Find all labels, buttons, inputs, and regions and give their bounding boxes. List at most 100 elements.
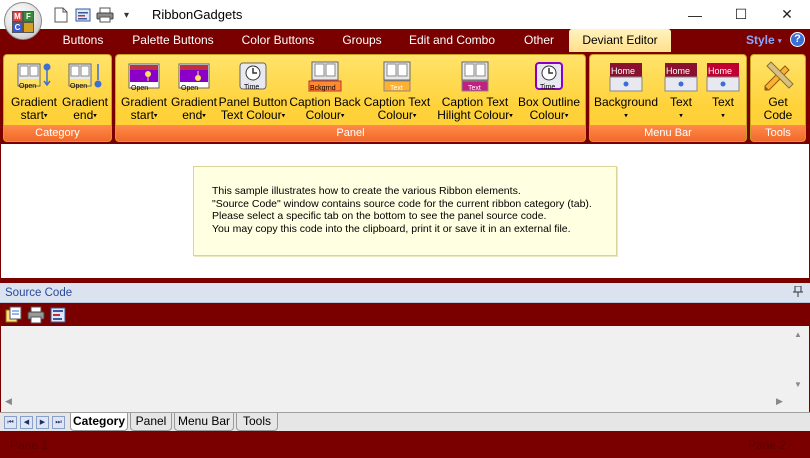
properties-icon[interactable]	[74, 6, 92, 24]
button-label-line2: Colour	[305, 108, 341, 122]
dropdown-arrow: ▾	[679, 112, 683, 120]
caption-back-colour-button[interactable]: Bckgrnd Caption Back Colour▾	[288, 57, 362, 122]
button-label-line2: Colour	[529, 108, 565, 122]
dropdown-arrow: ▾	[412, 112, 417, 120]
box-outline-colour-button[interactable]: Time Box Outline Colour▾	[516, 57, 582, 122]
pencil-ruler-icon	[761, 60, 795, 94]
quick-access-toolbar: ▾	[52, 5, 129, 25]
icon-label: Time	[540, 84, 556, 91]
dropdown-arrow: ▾	[153, 112, 158, 120]
time-panel-icon: Time	[236, 60, 270, 94]
menubar-text-button[interactable]: Home Text ▾	[660, 57, 702, 122]
print-icon[interactable]	[96, 6, 114, 24]
scroll-left-arrow[interactable]: ◀	[5, 396, 12, 407]
bottom-tab-category[interactable]: Category	[70, 413, 128, 431]
category-gradient-end-button[interactable]: Open Gradient end▾	[60, 57, 110, 122]
qat-customize-dropdown[interactable]: ▾	[124, 10, 129, 21]
panel-button-text-colour-button[interactable]: Time Panel Button Text Colour▾	[218, 57, 288, 122]
button-label-line1: Background	[593, 95, 659, 109]
pin-icon[interactable]	[793, 285, 803, 300]
tab-edit-and-combo[interactable]: Edit and Combo	[400, 29, 504, 52]
dropdown-arrow: ▾	[202, 112, 206, 120]
close-button[interactable]: ✕	[764, 0, 810, 29]
window-title: RibbonGadgets	[152, 7, 243, 22]
dropdown-arrow: ▾	[624, 112, 628, 120]
tab-color-buttons[interactable]: Color Buttons	[232, 29, 324, 52]
style-label: Style	[746, 33, 775, 47]
ribbon-body: Open Gradient start▾ Open Gradient end▾ …	[0, 52, 810, 144]
maximize-button[interactable]: ☐	[718, 0, 764, 29]
menubar-background-button[interactable]: Home Background ▾	[592, 57, 660, 122]
orb-green-square: F	[23, 11, 34, 22]
scroll-right-arrow[interactable]: ▶	[776, 396, 783, 407]
panel-gradient-end-button[interactable]: Open Gradient end▾	[169, 57, 219, 122]
orb-blue-square: C	[12, 22, 23, 33]
application-button[interactable]: M F C	[4, 2, 42, 40]
title-bar: M F C ▾ RibbonGadgets — ☐ ✕	[0, 0, 810, 40]
icon-label: Open	[131, 85, 149, 92]
button-label-line1: Text	[711, 95, 734, 109]
dropdown-arrow: ▾	[509, 112, 513, 120]
source-code-toolbar	[0, 303, 810, 326]
home-text-icon: Home	[664, 60, 698, 94]
bottom-tab-panel[interactable]: Panel	[130, 413, 172, 431]
info-line: Please select a specific tab on the bott…	[212, 210, 547, 222]
panel-caption-panel: Panel	[116, 125, 585, 141]
caption-text-icon: Text	[380, 60, 414, 94]
panel-gradient-end-icon: Open	[177, 60, 211, 94]
save-icon[interactable]	[49, 306, 67, 324]
category-gradient-start-button[interactable]: Open Gradient start▾	[8, 57, 60, 122]
home-background-icon: Home	[609, 60, 643, 94]
orb-yellow-square	[23, 22, 34, 33]
tab-deviant-editor[interactable]: Deviant Editor	[569, 29, 671, 52]
panel-gradient-start-button[interactable]: Open Gradient start▾	[119, 57, 169, 122]
next-tab-button[interactable]: ▶	[36, 416, 49, 429]
panel-caption-category: Category	[4, 125, 111, 141]
caption-text-hilight-colour-button[interactable]: Text Caption Text Hilight Colour▾	[432, 57, 518, 122]
horizontal-scrollbar[interactable]: ◀ ▶	[2, 394, 790, 410]
bottom-tab-menu-bar[interactable]: Menu Bar	[174, 413, 234, 431]
gradient-start-icon: Open	[17, 60, 51, 94]
prev-tab-button[interactable]: ◀	[20, 416, 33, 429]
new-document-icon[interactable]	[52, 6, 70, 24]
scroll-down-arrow[interactable]: ▼	[794, 380, 802, 389]
vertical-scrollbar[interactable]: ▲ ▼	[790, 328, 808, 394]
panel-gradient-start-icon: Open	[127, 60, 161, 94]
help-icon[interactable]: ?	[790, 32, 805, 47]
caption-text-colour-button[interactable]: Text Caption Text Colour▾	[362, 57, 432, 122]
ribbon-tab-strip: Buttons Palette Buttons Color Buttons Gr…	[0, 29, 810, 52]
panel-tools: Get Code Tools	[750, 54, 806, 142]
orb-red-square: M	[12, 11, 23, 22]
button-label-line2: Hilight Colour	[437, 108, 510, 122]
dropdown-arrow: ▾	[43, 112, 48, 120]
minimize-button[interactable]: —	[672, 0, 718, 29]
style-menu[interactable]: Style ▾	[746, 33, 782, 47]
icon-label: Time	[244, 84, 260, 91]
source-code-title: Source Code	[5, 287, 73, 299]
icon-label: Text	[390, 85, 403, 92]
tab-groups[interactable]: Groups	[334, 29, 390, 52]
get-code-button[interactable]: Get Code	[753, 57, 803, 122]
panel-panel: Open Gradient start▾ Open Gradient end▾ …	[115, 54, 586, 142]
button-label-line2: Code	[763, 108, 793, 122]
panel-category: Open Gradient start▾ Open Gradient end▾ …	[3, 54, 112, 142]
first-tab-button[interactable]: ⏮	[4, 416, 17, 429]
button-label-line1: Text	[669, 95, 692, 109]
tab-buttons[interactable]: Buttons	[52, 29, 114, 52]
icon-label: Open	[181, 85, 199, 92]
status-pane-1: Pane 1	[10, 438, 49, 452]
menubar-text-hilight-button[interactable]: Home Text ▾	[702, 57, 744, 122]
copy-icon[interactable]	[5, 306, 23, 324]
tab-palette-buttons[interactable]: Palette Buttons	[124, 29, 222, 52]
bottom-tab-tools[interactable]: Tools	[236, 413, 278, 431]
icon-label: Text	[468, 85, 481, 92]
dropdown-arrow: ▾	[340, 112, 345, 120]
icon-label: Home	[611, 66, 636, 76]
status-bar: Pane 1 Pane 2	[0, 431, 810, 458]
print-icon[interactable]	[27, 306, 45, 324]
tab-other[interactable]: Other	[514, 29, 564, 52]
caption-text-hilight-icon: Text	[458, 60, 492, 94]
last-tab-button[interactable]: ⏭	[52, 416, 65, 429]
scroll-up-arrow[interactable]: ▲	[794, 330, 802, 339]
button-label-line2: end	[73, 108, 94, 122]
